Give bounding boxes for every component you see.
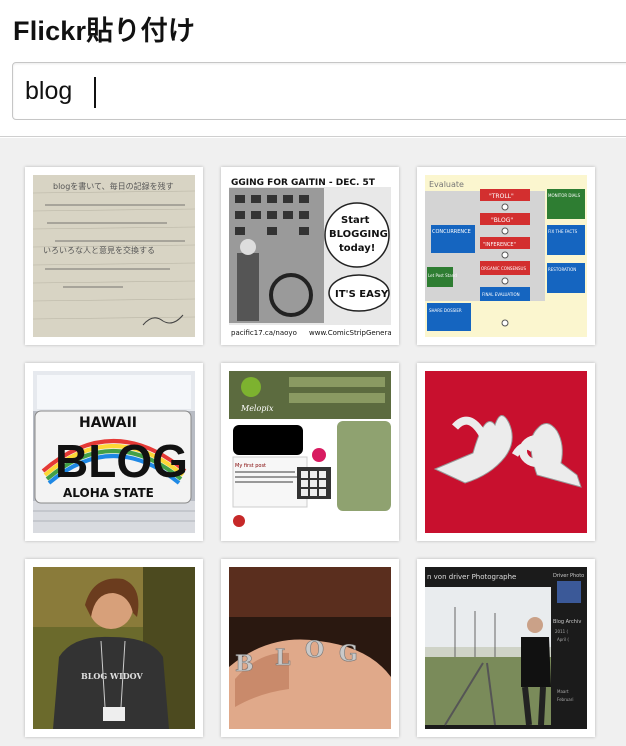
blog-widow-shirt-image: BLOG WIDOV (33, 567, 195, 729)
photo-thumb-handwritten-note[interactable]: blogを書いて、毎日の記録を残す いろいろな人と意見を交換する (25, 167, 203, 345)
photo-thumb-website-template[interactable]: Melopix My first post (221, 363, 399, 541)
search-box[interactable] (12, 62, 626, 120)
box-restoration: RESTORATION (548, 267, 576, 272)
box-inference: "INFERENCE" (483, 242, 516, 248)
template-brand: Melopix (240, 404, 274, 413)
photo-image: blogを書いて、毎日の記録を残す いろいろな人と意見を交換する (33, 175, 195, 337)
ring-l: L (275, 645, 290, 671)
plate-state: HAWAII (79, 415, 137, 431)
text-caret (94, 77, 96, 108)
bubble-line-3: today! (339, 243, 375, 254)
photo-grid[interactable]: blogを書いて、毎日の記録を残す いろいろな人と意見を交換する GGING F… (0, 138, 626, 746)
photo-thumb-sign-language-hands[interactable] (417, 363, 595, 541)
photo-thumb-photographer-blog[interactable]: n von driver Photographe Driver Photo Bl… (417, 559, 595, 737)
shirt-text: BLOG WIDOV (81, 671, 143, 681)
photo-thumb-hawaii-blog-plate[interactable]: HAWAII BLOG ALOHA STATE (25, 363, 203, 541)
handwritten-note-image: blogを書いて、毎日の記録を残す いろいろな人と意見を交換する (33, 175, 195, 337)
photo-image: GGING FOR GAITIN - DEC. 5T Start BLOGGIN… (229, 175, 391, 337)
photo-image: n von driver Photographe Driver Photo Bl… (425, 567, 587, 729)
archive-title: Blog Archiv (553, 619, 581, 625)
comic-credit-left: pacific17.ca/naoyo (231, 329, 297, 337)
photo-image: BLOG WIDOV (33, 567, 195, 729)
blog-rings-image: B L O G (229, 567, 391, 729)
box-share: SHARE DOSSIER (429, 308, 462, 313)
hawaii-blog-plate-image: HAWAII BLOG ALOHA STATE (33, 371, 195, 533)
archive-year-1: 2011 ( (555, 629, 568, 634)
bubble-line-1: Start (341, 215, 370, 226)
sidebar-title: Driver Photo (553, 573, 584, 579)
photo-thumb-flow-diagram[interactable]: Evaluate "TROLL" "BLOG" CONCURRENCE "INF… (417, 167, 595, 345)
ring-g: G (339, 641, 358, 667)
box-concurrence: CONCURRENCE (432, 229, 471, 235)
bubble-line-2: BLOGGING (329, 229, 388, 240)
flow-diagram-image: Evaluate "TROLL" "BLOG" CONCURRENCE "INF… (425, 175, 587, 337)
box-blog: "BLOG" (491, 217, 513, 224)
photo-image: HAWAII BLOG ALOHA STATE (33, 371, 195, 533)
plate-slogan: ALOHA STATE (63, 486, 154, 500)
photo-image: B L O G (229, 567, 391, 729)
comic-credit-right: www.ComicStripGenerat (309, 329, 391, 337)
photo-thumb-blog-rings[interactable]: B L O G (221, 559, 399, 737)
photo-banner: n von driver Photographe (427, 573, 516, 581)
template-heading: My first post (235, 463, 266, 469)
page-title: Flickr貼り付け (13, 16, 196, 46)
plate-word: BLOG (55, 435, 188, 487)
photo-thumb-blog-widow-shirt[interactable]: BLOG WIDOV (25, 559, 203, 737)
photo-image: Melopix My first post (229, 371, 391, 533)
note-line-1: blogを書いて、毎日の記録を残す (53, 181, 174, 191)
search-input[interactable] (13, 63, 626, 119)
website-template-image: Melopix My first post (229, 371, 391, 533)
bubble2-text: IT'S EASY (335, 289, 389, 300)
box-monitor: MONITOR DIALS (548, 193, 581, 198)
box-letpost: Let Post Stand (428, 273, 457, 278)
photo-thumb-blogging-comic[interactable]: GGING FOR GAITIN - DEC. 5T Start BLOGGIN… (221, 167, 399, 345)
box-organic: ORGANIC CONSENSUS (481, 266, 526, 271)
header: Flickr貼り付け (0, 0, 626, 137)
box-final: FINAL EVALUATION (482, 292, 520, 297)
note-line-2: いろいろな人と意見を交換する (43, 245, 155, 255)
blogging-comic-image: GGING FOR GAITIN - DEC. 5T Start BLOGGIN… (229, 175, 391, 337)
box-fix: FIX THE FACTS (548, 229, 578, 234)
comic-banner: GGING FOR GAITIN - DEC. 5T (231, 178, 376, 188)
archive-year-2: April ( (557, 637, 569, 642)
archive-year-4: Februari (557, 697, 573, 702)
diagram-header: Evaluate (429, 180, 464, 189)
sign-language-hands-image (425, 371, 587, 533)
photo-image (425, 371, 587, 533)
photo-image: Evaluate "TROLL" "BLOG" CONCURRENCE "INF… (425, 175, 587, 337)
ring-b: B (235, 651, 254, 677)
archive-year-3: Maart (557, 689, 569, 694)
photographer-blog-image: n von driver Photographe Driver Photo Bl… (425, 567, 587, 729)
box-troll: "TROLL" (489, 193, 514, 200)
ring-o: O (305, 637, 324, 663)
